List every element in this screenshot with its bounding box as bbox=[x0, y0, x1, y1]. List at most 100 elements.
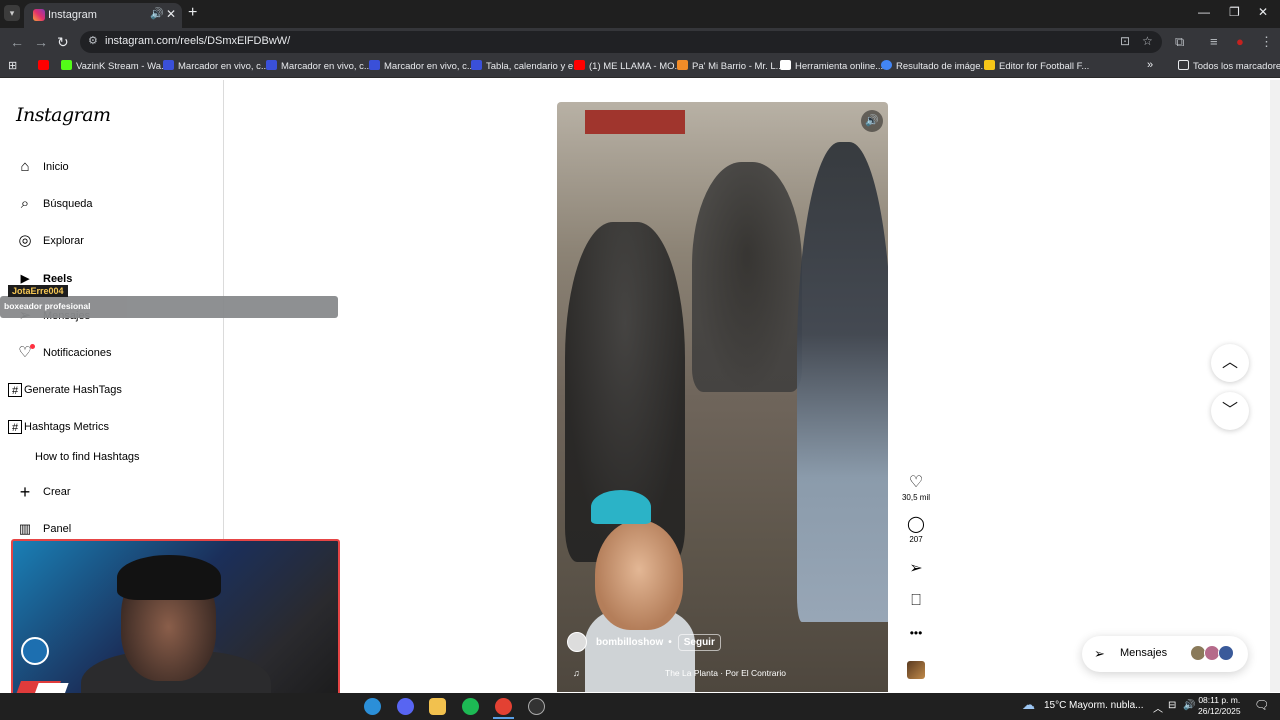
bookmark-icon: ⎕ bbox=[911, 592, 921, 609]
reel-audio-title[interactable]: The La Planta · Por El Contrario bbox=[665, 668, 786, 678]
youtube-icon bbox=[38, 60, 49, 70]
apps-grid-icon[interactable]: ⊞ bbox=[8, 59, 17, 72]
tab-search-chevron-icon[interactable]: ▾ bbox=[4, 5, 20, 21]
window-close-button[interactable]: ✕ bbox=[1258, 5, 1268, 19]
hashtag-icon: # bbox=[8, 420, 22, 434]
bookmark-7[interactable]: Pa' Mi Barrio - Mr. L... bbox=[677, 60, 784, 72]
bookmarks-overflow-button[interactable]: » bbox=[1147, 59, 1153, 71]
scoreboard-icon bbox=[163, 60, 174, 70]
instagram-logo[interactable]: Instagram bbox=[16, 104, 111, 126]
browser-tab-instagram[interactable]: Instagram 🔊 ✕ bbox=[24, 3, 182, 28]
volume-icon[interactable]: 🔊 bbox=[861, 110, 883, 132]
owner-avatar[interactable] bbox=[567, 632, 587, 652]
audio-thumbnail[interactable] bbox=[907, 661, 925, 679]
new-tab-button[interactable]: + bbox=[188, 4, 197, 22]
site-info-icon[interactable]: ⚙ bbox=[88, 34, 98, 47]
edge-icon[interactable] bbox=[364, 698, 381, 715]
sidebar-item-panel[interactable]: ▥ Panel bbox=[16, 517, 71, 541]
reel-video[interactable]: 🔊 bombilloshow • Seguir ♫ The La Planta … bbox=[557, 102, 888, 692]
notification-dot bbox=[30, 344, 35, 349]
address-bar[interactable]: ⚙ instagram.com/reels/DSmxElFDBwW/ ⊡ ☆ bbox=[80, 31, 1162, 53]
back-arrow-icon[interactable]: ← bbox=[10, 34, 24, 50]
sidebar-item-crear[interactable]: + Crear bbox=[16, 480, 71, 504]
sidebar-item-busqueda[interactable]: ⌕ Búsqueda bbox=[16, 192, 93, 216]
reactor-cap bbox=[591, 490, 651, 524]
sidebar-item-generate-hashtags[interactable]: # Generate HashTags bbox=[8, 378, 122, 402]
profile-icon[interactable]: ● bbox=[1236, 34, 1244, 49]
windows-taskbar: ☁ 15°C Mayorm. nubla... ︿ ⊟ 🔊 08:11 p. m… bbox=[0, 693, 1280, 720]
network-icon[interactable]: ⊟ bbox=[1168, 700, 1176, 711]
share-button[interactable]: ➢ bbox=[896, 558, 936, 578]
forward-arrow-icon[interactable]: → bbox=[34, 34, 48, 50]
notifications-icon[interactable]: 🗨 bbox=[1254, 698, 1269, 712]
sidebar-item-inicio[interactable]: ⌂ Inicio bbox=[16, 155, 68, 179]
avatar bbox=[1218, 645, 1234, 661]
restore-button[interactable]: ❐ bbox=[1229, 5, 1240, 19]
messages-label: Mensajes bbox=[1120, 647, 1168, 659]
weather-icon[interactable]: ☁ bbox=[1022, 697, 1035, 713]
bookmark-2[interactable]: Marcador en vivo, c... bbox=[163, 60, 269, 72]
home-icon: ⌂ bbox=[20, 158, 30, 175]
file-explorer-icon[interactable] bbox=[429, 698, 446, 715]
bookmark-4[interactable]: Marcador en vivo, c... bbox=[369, 60, 475, 72]
bookmark-3[interactable]: Marcador en vivo, c... bbox=[266, 60, 372, 72]
menu-kebab-icon[interactable]: ⋮ bbox=[1260, 34, 1273, 50]
scoreboard-icon bbox=[369, 60, 380, 70]
spotify-icon[interactable] bbox=[462, 698, 479, 715]
follow-button[interactable]: Seguir bbox=[677, 633, 721, 651]
weather-desc[interactable]: Mayorm. nubla... bbox=[1069, 700, 1143, 711]
install-app-icon[interactable]: ⊡ bbox=[1120, 34, 1130, 48]
chrome-icon[interactable] bbox=[495, 698, 512, 715]
bookmark-star-icon[interactable]: ☆ bbox=[1142, 34, 1153, 48]
stream-overlay-subtitle: boxeador profesional bbox=[4, 301, 91, 311]
sidebar-item-explorar[interactable]: ◎ Explorar bbox=[16, 229, 84, 253]
send-icon: ➢ bbox=[1094, 646, 1105, 661]
weather-temp[interactable]: 15°C bbox=[1044, 700, 1066, 711]
bookmarks-bar: ⊞ VazinK Stream - Wa... Marcador en vivo… bbox=[0, 56, 1280, 78]
youtube-icon bbox=[574, 60, 585, 70]
more-options-button[interactable]: ••• bbox=[896, 626, 936, 640]
sidebar-item-notificaciones[interactable]: ♡ Notificaciones bbox=[16, 341, 111, 365]
comment-button[interactable]: ◯ 207 bbox=[896, 514, 936, 544]
tab-close-icon[interactable]: ✕ bbox=[166, 7, 176, 21]
like-button[interactable]: ♡ 30,5 mil bbox=[896, 472, 936, 502]
chevron-up-icon: ︿ bbox=[1221, 354, 1238, 371]
system-clock[interactable]: 08:11 p. m. 26/12/2025 bbox=[1198, 695, 1241, 717]
speaker-icon[interactable]: 🔊 bbox=[150, 7, 164, 20]
clock-time: 08:11 p. m. bbox=[1198, 695, 1241, 705]
sidebar-item-hashtags-metrics[interactable]: # Hashtags Metrics bbox=[8, 415, 109, 439]
bookmark-1[interactable]: VazinK Stream - Wa... bbox=[61, 60, 169, 72]
reload-icon[interactable]: ↻ bbox=[57, 34, 69, 51]
stream-logo-icon bbox=[21, 637, 49, 665]
save-button[interactable]: ⎕ bbox=[896, 592, 936, 610]
extensions-icon[interactable]: ⧉ bbox=[1175, 34, 1184, 50]
bookmark-5[interactable]: Tabla, calendario y e... bbox=[471, 60, 581, 72]
next-reel-button[interactable]: ﹀ bbox=[1211, 392, 1249, 430]
discord-icon[interactable] bbox=[397, 698, 414, 715]
messages-button[interactable]: ➢ Mensajes bbox=[1082, 636, 1248, 672]
url-text[interactable]: instagram.com/reels/DSmxElFDBwW/ bbox=[105, 35, 290, 47]
tray-chevron-icon[interactable]: ︿ bbox=[1153, 700, 1163, 715]
bookmark-9[interactable]: Resultado de imáge... bbox=[881, 60, 988, 72]
doc-icon bbox=[780, 60, 791, 70]
all-bookmarks-folder[interactable]: Todos los marcadores bbox=[1178, 60, 1280, 72]
previous-reel-button[interactable]: ︿ bbox=[1211, 344, 1249, 382]
volume-icon[interactable]: 🔊 bbox=[1183, 700, 1195, 711]
sidebar-item-how-to-find-hashtags[interactable]: How to find Hashtags bbox=[35, 445, 140, 469]
media-controls-icon[interactable]: ≡ bbox=[1210, 34, 1218, 49]
chevron-down-icon: ﹀ bbox=[1221, 402, 1238, 419]
bookmark-0[interactable] bbox=[38, 60, 53, 72]
bookmark-10[interactable]: Editor for Football F... bbox=[984, 60, 1089, 72]
owner-username[interactable]: bombilloshow bbox=[596, 637, 663, 648]
shop-sign bbox=[585, 110, 685, 134]
clock-date: 26/12/2025 bbox=[1198, 706, 1241, 716]
comment-count: 207 bbox=[909, 535, 923, 544]
stream-overlay-tag: JotaErre004 bbox=[8, 285, 68, 297]
page-scrollbar[interactable] bbox=[1270, 80, 1280, 692]
google-icon bbox=[881, 60, 892, 70]
bookmark-8[interactable]: Herramienta online... bbox=[780, 60, 883, 72]
reactor-face bbox=[595, 520, 683, 630]
obs-icon[interactable] bbox=[528, 698, 545, 715]
bookmark-6[interactable]: (1) ME LLAMA - MO... bbox=[574, 60, 682, 72]
minimize-button[interactable]: — bbox=[1198, 5, 1210, 19]
